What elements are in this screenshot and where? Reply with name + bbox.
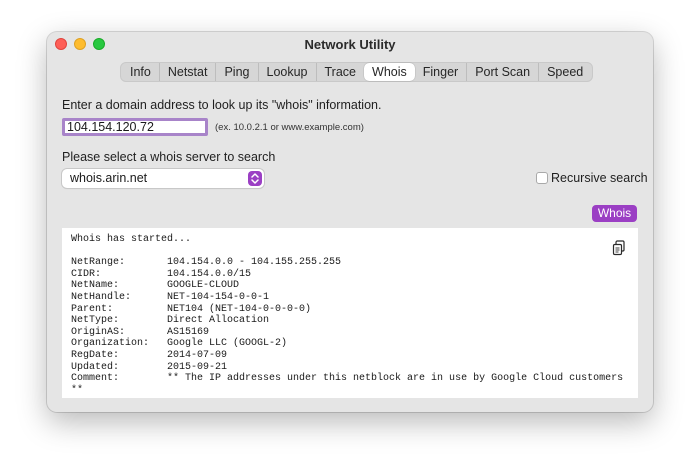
- whois-server-select[interactable]: whois.arin.net: [62, 169, 264, 188]
- tab-netstat[interactable]: Netstat: [158, 63, 216, 81]
- copy-icon[interactable]: [612, 240, 626, 256]
- tab-port-scan[interactable]: Port Scan: [466, 63, 538, 81]
- chevron-up-down-icon: [248, 171, 262, 186]
- tab-ping[interactable]: Ping: [215, 63, 257, 81]
- server-prompt-label: Please select a whois server to search: [62, 150, 276, 164]
- recursive-search-label: Recursive search: [551, 171, 648, 185]
- whois-output[interactable]: Whois has started... NetRange: 104.154.0…: [62, 228, 638, 398]
- tab-bar: Info Netstat Ping Lookup Trace Whois Fin…: [120, 62, 594, 82]
- tab-whois[interactable]: Whois: [364, 63, 415, 81]
- tab-trace[interactable]: Trace: [315, 63, 365, 81]
- tab-info[interactable]: Info: [122, 63, 159, 81]
- window-title: Network Utility: [304, 37, 396, 52]
- tab-speed[interactable]: Speed: [538, 63, 591, 81]
- domain-address-input[interactable]: [62, 118, 208, 136]
- whois-output-text: Whois has started... NetRange: 104.154.0…: [71, 234, 624, 396]
- network-utility-window: Network Utility Info Netstat Ping Lookup…: [47, 32, 653, 412]
- tab-finger[interactable]: Finger: [415, 63, 466, 81]
- tab-lookup[interactable]: Lookup: [257, 63, 316, 81]
- domain-prompt-label: Enter a domain address to look up its "w…: [62, 98, 382, 112]
- whois-button[interactable]: Whois: [592, 205, 637, 222]
- domain-hint-label: (ex. 10.0.2.1 or www.example.com): [215, 122, 364, 133]
- recursive-search-checkbox[interactable]: [536, 172, 548, 184]
- title-bar: Network Utility: [47, 32, 653, 56]
- whois-server-value: whois.arin.net: [70, 171, 148, 185]
